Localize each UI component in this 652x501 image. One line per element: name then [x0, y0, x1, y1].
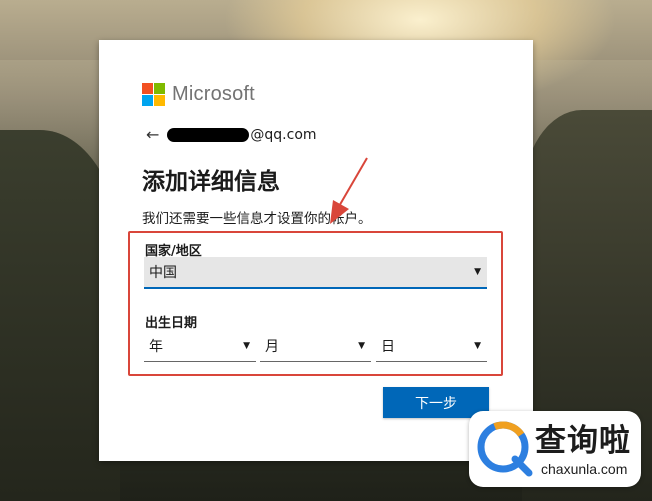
birth-day-select[interactable]: 日 ▼ — [376, 330, 487, 362]
watermark-url: chaxunla.com — [541, 461, 628, 477]
birth-month-value: 月 — [265, 338, 279, 355]
dropdown-caret-icon: ▼ — [474, 267, 481, 277]
signup-card: Microsoft ← @qq.com 添加详细信息 我们还需要一些信息才设置你… — [99, 40, 533, 461]
redacted-email-mark — [167, 128, 250, 142]
magnifier-q-icon — [477, 421, 533, 477]
watermark-name: 查询啦 — [535, 423, 631, 459]
microsoft-logo-icon — [142, 83, 165, 106]
dropdown-caret-icon: ▼ — [243, 340, 250, 351]
birth-month-select[interactable]: 月 ▼ — [260, 330, 371, 362]
country-select[interactable]: 中国 ▼ — [144, 257, 487, 289]
page-description: 我们还需要一些信息才设置你的帐户。 — [142, 211, 372, 227]
microsoft-logo: Microsoft — [142, 83, 255, 106]
brand-name: Microsoft — [172, 83, 255, 105]
watermark-badge: 查询啦 chaxunla.com — [469, 411, 641, 487]
country-value: 中国 — [149, 265, 177, 281]
birthdate-label: 出生日期 — [145, 316, 198, 331]
identity-banner: ← @qq.com — [146, 127, 317, 144]
birth-year-select[interactable]: 年 ▼ — [144, 330, 256, 362]
dropdown-caret-icon: ▼ — [474, 340, 481, 351]
birth-day-value: 日 — [381, 338, 395, 355]
page-title: 添加详细信息 — [142, 169, 280, 195]
back-arrow-icon[interactable]: ← — [146, 127, 159, 143]
birth-year-value: 年 — [149, 338, 163, 355]
email-suffix: @qq.com — [250, 127, 317, 143]
dropdown-caret-icon: ▼ — [358, 340, 365, 351]
